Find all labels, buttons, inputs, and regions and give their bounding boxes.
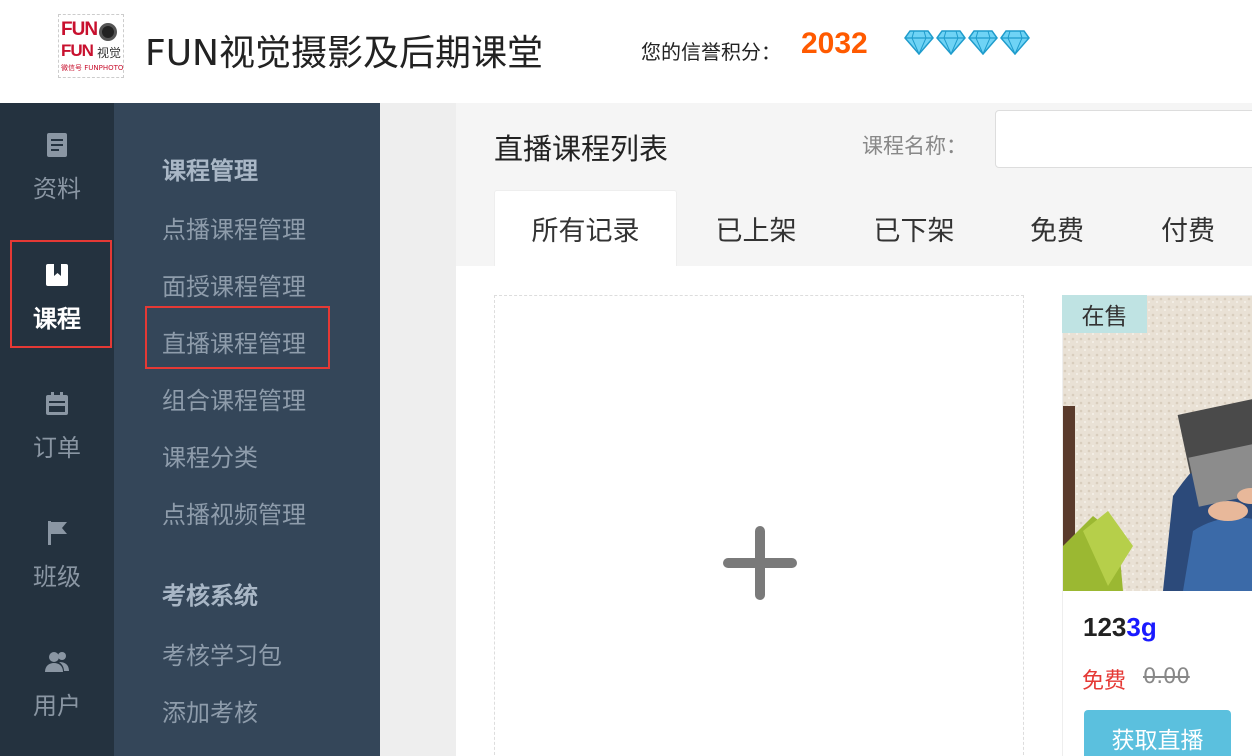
tab-unpublished[interactable]: 已下架 xyxy=(855,190,973,266)
diamond-icon xyxy=(1000,30,1030,55)
price-label: 免费 xyxy=(1082,669,1127,694)
original-price: 0.00 xyxy=(1143,664,1190,688)
site-title: FUN视觉摄影及后期课堂 xyxy=(145,33,543,74)
credit-diamonds xyxy=(904,29,1030,55)
get-live-button[interactable]: 获取直播 xyxy=(1084,710,1231,756)
submenu-section-course-management: 课程管理 xyxy=(162,157,258,185)
nav-item-orders[interactable]: 订单 xyxy=(0,390,114,463)
course-title-highlight: 3g xyxy=(1126,612,1157,642)
nav-label: 资料 xyxy=(33,175,81,203)
nav-label: 班级 xyxy=(33,563,81,591)
submenu-item-bundle-courses[interactable]: 组合课程管理 xyxy=(162,381,306,416)
logo-text-2-suffix: 视觉 xyxy=(97,46,122,60)
diamond-icon xyxy=(936,30,966,55)
credit-value: 2032 xyxy=(801,27,868,60)
primary-sidebar: 资料 课程 订单 班级 用户 xyxy=(0,103,114,756)
active-nav-highlight xyxy=(10,240,112,348)
tab-free[interactable]: 免费 xyxy=(1012,190,1102,266)
users-icon xyxy=(45,652,69,672)
nav-label: 用户 xyxy=(33,692,81,720)
camera-lens-icon xyxy=(99,23,117,41)
submenu-item-assessment-packages[interactable]: 考核学习包 xyxy=(162,636,282,671)
logo-text-2: FUN xyxy=(61,41,94,60)
submenu-item-offline-courses[interactable]: 面授课程管理 xyxy=(162,267,306,302)
nav-item-classes[interactable]: 班级 xyxy=(0,519,114,592)
logo-subtext: 微信号 FUNPHOTO xyxy=(61,64,124,72)
tab-paid[interactable]: 付费 xyxy=(1143,190,1233,266)
calendar-icon xyxy=(46,392,68,415)
page-title: 直播课程列表 xyxy=(494,132,669,166)
tab-all-records[interactable]: 所有记录 xyxy=(494,190,677,266)
content-gutter xyxy=(380,103,456,756)
add-course-card[interactable] xyxy=(494,295,1024,756)
course-name-search-input[interactable] xyxy=(995,110,1252,168)
course-title-prefix: 123 xyxy=(1083,612,1127,642)
site-logo[interactable]: FUN FUN 视觉 微信号 FUNPHOTO xyxy=(58,14,124,78)
credit-label: 您的信誉积分： xyxy=(641,40,781,64)
nav-item-profile[interactable]: 资料 xyxy=(0,131,114,204)
submenu-item-course-categories[interactable]: 课程分类 xyxy=(162,438,258,473)
status-badge: 在售 xyxy=(1062,295,1147,333)
document-icon xyxy=(47,133,67,157)
diamond-icon xyxy=(904,30,934,55)
tab-published[interactable]: 已上架 xyxy=(697,190,815,266)
course-title[interactable]: 1233g xyxy=(1083,612,1157,643)
course-cover-image xyxy=(1063,296,1252,591)
secondary-sidebar: 课程管理 点播课程管理 面授课程管理 直播课程管理 组合课程管理 课程分类 点播… xyxy=(114,103,380,756)
submenu-section-assessment: 考核系统 xyxy=(162,582,258,610)
search-label: 课程名称： xyxy=(862,134,967,158)
nav-label: 订单 xyxy=(33,434,81,462)
submenu-item-vod-videos[interactable]: 点播视频管理 xyxy=(162,495,306,530)
diamond-icon xyxy=(968,30,998,55)
active-submenu-highlight xyxy=(145,306,330,369)
header: FUN FUN 视觉 微信号 FUNPHOTO FUN视觉摄影及后期课堂 您的信… xyxy=(0,0,1252,103)
nav-item-users[interactable]: 用户 xyxy=(0,648,114,721)
plus-icon xyxy=(723,526,797,600)
submenu-item-add-assessment[interactable]: 添加考核 xyxy=(162,693,258,728)
logo-text-1: FUN xyxy=(61,19,98,40)
submenu-item-vod-courses[interactable]: 点播课程管理 xyxy=(162,210,306,245)
flag-icon xyxy=(48,521,67,545)
